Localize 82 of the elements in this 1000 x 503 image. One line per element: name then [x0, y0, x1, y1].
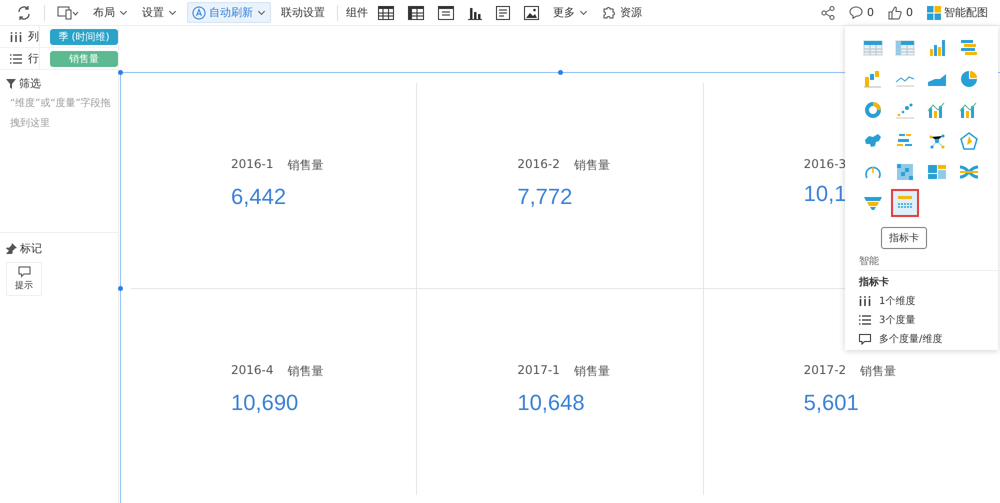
- column-icon: [10, 32, 22, 42]
- kpi-value: 5,601: [804, 390, 859, 416]
- devices-icon: [57, 6, 79, 20]
- combo-chart-icon: [959, 101, 979, 119]
- kpi-value: 10,1: [804, 181, 846, 207]
- auto-icon: [192, 6, 206, 20]
- combo-chart-icon: [927, 101, 947, 119]
- requirement-text: 3个度量: [879, 314, 916, 327]
- kpi-value: 7,772: [517, 184, 572, 210]
- shelf-label: 行: [28, 51, 39, 66]
- thumbs-up-icon: [888, 6, 902, 20]
- crosstable-icon[interactable]: [408, 6, 424, 20]
- treemap-chart-icon: [927, 163, 947, 181]
- comments-button[interactable]: 0: [845, 2, 878, 23]
- auto-refresh-menu[interactable]: 自动刷新: [187, 2, 271, 23]
- components-label: 组件: [346, 5, 368, 20]
- period-label: 2016-3: [804, 157, 846, 171]
- more-menu[interactable]: 更多: [549, 2, 592, 23]
- marks-title: 标记: [20, 241, 42, 256]
- refresh-icon[interactable]: [16, 4, 32, 20]
- toolbar-menu[interactable]: 布局: [89, 2, 132, 23]
- period-label: 2016-1: [231, 157, 274, 173]
- period-label: 2017-1: [517, 363, 560, 379]
- chart-type-option[interactable]: [891, 189, 919, 217]
- image-icon[interactable]: [524, 6, 539, 20]
- resize-handle[interactable]: [118, 286, 123, 291]
- radar-chart-icon: [959, 132, 979, 150]
- kpi-value: 6,442: [231, 184, 286, 210]
- kpi-value: 10,690: [231, 390, 298, 416]
- column-icon: [859, 296, 871, 306]
- list-icon: [10, 54, 22, 64]
- waterfall-chart-icon: [863, 70, 883, 88]
- panel-heading: 智能: [859, 254, 998, 271]
- measure-label: 销售量: [288, 157, 324, 174]
- grid-icon: [927, 6, 941, 20]
- bar-chart-icon: [927, 39, 947, 57]
- resize-handle[interactable]: [118, 70, 123, 75]
- measure-label: 销售量: [288, 363, 324, 380]
- flow-chart-icon: [959, 163, 979, 181]
- hbar-chart-icon: [959, 39, 979, 57]
- drop-hint: “维度”或“度量”字段拖拽到这里: [9, 96, 112, 131]
- smart-chart-button[interactable]: 智能配图: [923, 2, 992, 23]
- tooltip: 指标卡: [881, 227, 927, 249]
- puzzle-icon: [602, 5, 617, 20]
- donut-chart-icon: [863, 101, 883, 119]
- crosstable-chart-icon: [895, 39, 915, 57]
- pie-chart-icon: [959, 70, 979, 88]
- text-block-icon[interactable]: [496, 5, 510, 20]
- table-icon[interactable]: [378, 6, 394, 20]
- measure-label: 销售量: [574, 157, 610, 174]
- share-icon[interactable]: [821, 6, 835, 20]
- period-label: 2016-2: [517, 157, 560, 173]
- table-icon[interactable]: [438, 6, 454, 20]
- bar-chart-icon[interactable]: [468, 6, 482, 20]
- funnel-chart-icon: [863, 194, 883, 212]
- period-label: 2017-2: [804, 363, 846, 379]
- network-chart-icon: [927, 132, 947, 150]
- link-settings-button[interactable]: 联动设置: [277, 2, 329, 23]
- scatter-chart-icon: [895, 101, 915, 119]
- like-button[interactable]: 0: [884, 2, 917, 23]
- filter-title: 筛选: [19, 76, 41, 91]
- tooltip-button[interactable]: 提示: [6, 262, 42, 296]
- requirement-text: 多个度量/维度: [879, 332, 942, 346]
- toolbar-menu[interactable]: 设置: [138, 2, 181, 23]
- comment-icon: [849, 6, 863, 19]
- comment-icon: [18, 266, 30, 278]
- resize-handle[interactable]: [558, 70, 563, 75]
- measure-label: 销售量: [574, 363, 610, 380]
- table-chart-icon: [863, 39, 883, 57]
- filter-icon: [6, 78, 16, 88]
- chart-type-name: 指标卡: [859, 276, 890, 289]
- heatmap-chart-icon: [895, 163, 915, 181]
- kpi-value: 10,648: [517, 390, 585, 416]
- map-chart-icon: [863, 132, 883, 150]
- resources-button[interactable]: 资源: [598, 2, 646, 23]
- list-icon: [859, 315, 871, 325]
- comment-icon: [859, 334, 871, 344]
- pin-icon: [6, 243, 17, 254]
- measure-label: 销售量: [860, 363, 896, 380]
- period-label: 2016-4: [231, 363, 274, 379]
- shelf-label: 列: [28, 29, 39, 44]
- requirement-text: 1个维度: [879, 294, 916, 308]
